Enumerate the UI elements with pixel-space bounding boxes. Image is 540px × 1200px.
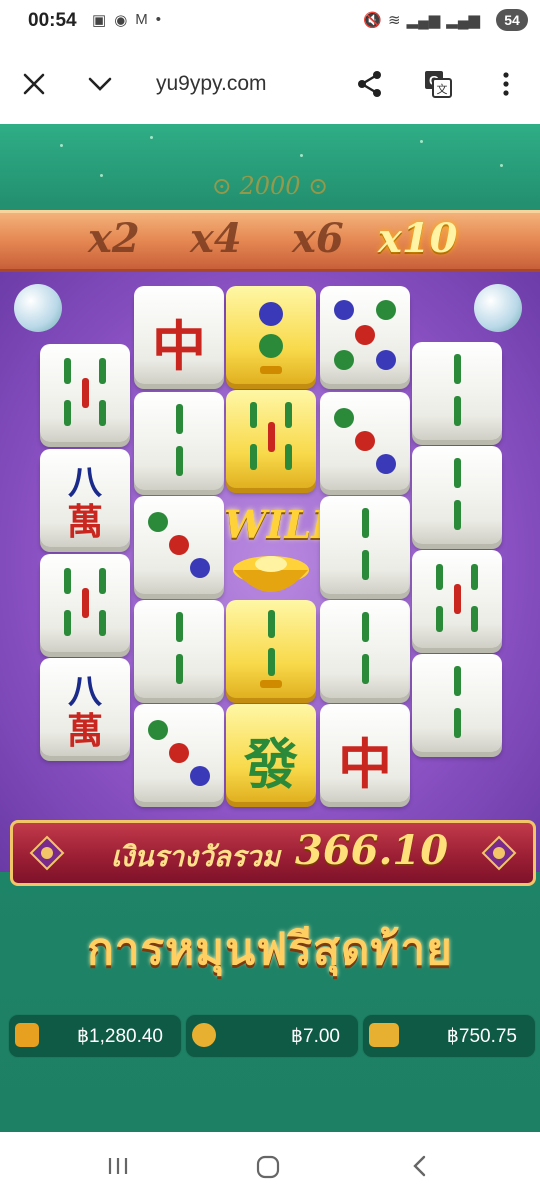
svg-text:文: 文	[437, 82, 448, 96]
home-icon[interactable]	[255, 1154, 281, 1185]
pearl-left-icon	[14, 284, 62, 332]
battery-indicator: 54	[496, 9, 528, 31]
multiplier-x10: x10	[378, 215, 458, 262]
sparkle	[100, 174, 103, 177]
status-time: 00:54	[28, 10, 77, 31]
tile-gold-two-dots	[226, 286, 316, 384]
multiplier-x2: x2	[88, 215, 140, 262]
tile-bamboo	[40, 344, 130, 442]
notification-icons: ▣ ◉ M •	[92, 11, 161, 29]
tile-gold-bamboo	[226, 390, 316, 488]
tile-two-bamboo	[320, 600, 410, 698]
free-spin-title: การหมุนฟรีสุดท้าย	[87, 924, 453, 975]
tile-three-dots	[134, 496, 224, 594]
total-win-label: เงินรางวัลรวม	[111, 840, 280, 873]
recent-apps-icon[interactable]	[106, 1154, 130, 1183]
tile-red-dragon: 中	[134, 286, 224, 384]
share-icon[interactable]	[350, 64, 390, 104]
more-icon[interactable]	[486, 64, 526, 104]
back-icon[interactable]	[408, 1154, 432, 1183]
gmail-icon: M	[135, 11, 148, 28]
sparkle	[150, 136, 153, 139]
win-value: ฿750.75	[446, 1026, 517, 1047]
bet-box[interactable]: ฿7.00	[185, 1014, 359, 1058]
bet-value: ฿7.00	[290, 1026, 340, 1047]
tile-eight-wan: 八 萬	[40, 449, 130, 547]
gold-ingot-icon	[233, 556, 309, 592]
status-bar: 00:54 ▣ ◉ M • 🔇 ≋ ▂▄▆ ▂▄▆ 54	[0, 0, 540, 44]
tile-eight-wan: 八 萬	[40, 658, 130, 756]
signal-icon: ▂▄▆	[406, 12, 441, 29]
android-nav-bar	[0, 1132, 540, 1200]
system-icons: 🔇 ≋ ▂▄▆ ▂▄▆	[363, 11, 480, 29]
multiplier-x4: x4	[190, 215, 242, 262]
sparkle	[60, 144, 63, 147]
translate-icon[interactable]: G文	[418, 64, 458, 104]
lotus-left-icon	[29, 835, 65, 871]
close-icon[interactable]	[14, 64, 54, 104]
balance-box: ฿1,280.40	[8, 1014, 182, 1058]
multiplier-bar: x2 x4 x6 x10	[0, 210, 540, 272]
browser-toolbar: yu9ypy.com G文	[0, 44, 540, 124]
tile-five-dots	[320, 286, 410, 384]
tile-three-dots	[134, 704, 224, 802]
tile-two-bamboo	[412, 342, 502, 440]
mute-icon: 🔇	[363, 12, 383, 29]
multiplier-x6: x6	[292, 215, 344, 262]
pearl-right-icon	[474, 284, 522, 332]
lotus-right-icon	[481, 835, 517, 871]
tile-two-bamboo	[412, 446, 502, 544]
url-text[interactable]: yu9ypy.com	[156, 72, 267, 96]
tile-two-bamboo	[412, 654, 502, 752]
tile-bamboo	[40, 554, 130, 652]
tile-two-bamboo	[134, 600, 224, 698]
total-win-value: 366.10	[295, 827, 449, 874]
tile-gold-two-bamboo	[226, 600, 316, 698]
sparkle	[420, 140, 423, 143]
wifi-icon: ≋	[388, 12, 401, 29]
game-canvas[interactable]: ⊙ 2000 ⊙ 八 萬 八 萬 中 WILD 發 中 x2 x4 x6 x10…	[0, 124, 540, 1132]
tile-two-bamboo	[320, 496, 410, 594]
tile-three-dots	[320, 392, 410, 490]
tile-gold-green-dragon: 發	[226, 704, 316, 802]
tile-red-dragon: 中	[320, 704, 410, 802]
tile-two-bamboo	[134, 392, 224, 490]
sparkle	[500, 164, 503, 167]
balance-value: ฿1,280.40	[76, 1026, 163, 1047]
win-icon	[369, 1023, 399, 1047]
total-win-banner: เงินรางวัลรวม 366.10	[10, 820, 536, 886]
coins-icon	[192, 1023, 216, 1047]
tile-bamboo	[412, 550, 502, 648]
win-box: ฿750.75	[362, 1014, 536, 1058]
wallet-icon	[15, 1023, 39, 1047]
chevron-down-icon[interactable]	[80, 64, 120, 104]
chat-icon: ◉	[114, 12, 128, 29]
top-coin-label: ⊙ 2000 ⊙	[211, 172, 329, 200]
wild-label: WILD	[224, 502, 345, 547]
signal-icon-2: ▂▄▆	[446, 12, 480, 29]
sparkle	[300, 154, 303, 157]
dot-icon: •	[155, 11, 162, 28]
screen-record-icon: ▣	[92, 12, 107, 29]
